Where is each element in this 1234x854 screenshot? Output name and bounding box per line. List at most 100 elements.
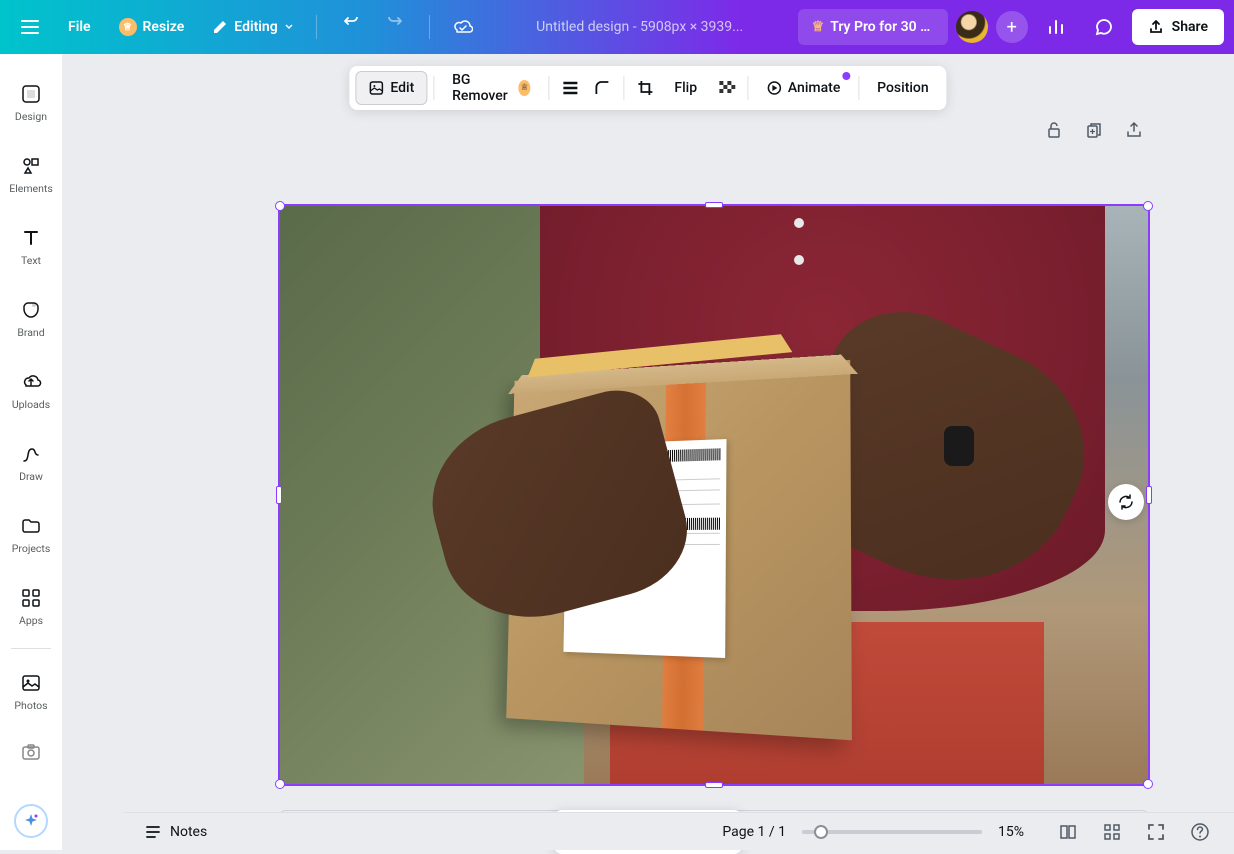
resize-handle-b[interactable]: [705, 782, 723, 788]
resize-handle-tr[interactable]: [1143, 201, 1153, 211]
animate-button[interactable]: Animate: [754, 72, 852, 104]
edit-button[interactable]: Edit: [355, 71, 427, 105]
design-title[interactable]: Untitled design - 5908px × 3939...: [536, 19, 743, 35]
design-icon: [19, 82, 43, 106]
file-menu[interactable]: File: [58, 13, 101, 41]
separator: [433, 76, 434, 100]
lock-button[interactable]: [1040, 116, 1068, 144]
sidebar-item-design[interactable]: Design: [0, 66, 62, 138]
left-sidebar: Design Elements Text Brand Uploads Draw …: [0, 54, 62, 850]
image-content: E USPS EXPRESS MAIL® USPS EXPRESS MAIL P…: [280, 206, 1148, 784]
resize-handle-bl[interactable]: [275, 779, 285, 789]
editing-dropdown[interactable]: Editing: [202, 13, 303, 41]
editing-label: Editing: [234, 19, 277, 35]
share-button[interactable]: Share: [1132, 9, 1224, 45]
sidebar-label: Design: [15, 110, 47, 123]
transparency-button[interactable]: [711, 71, 741, 105]
resize-handle-tl[interactable]: [275, 201, 285, 211]
export-page-button[interactable]: [1120, 116, 1148, 144]
corner-button[interactable]: [588, 71, 618, 105]
resize-button[interactable]: ♕ Resize: [109, 12, 195, 42]
resize-handle-l[interactable]: [276, 486, 282, 504]
title-area: Untitled design - 5908px × 3939...: [490, 19, 790, 35]
share-label: Share: [1172, 19, 1208, 35]
resize-handle-r[interactable]: [1146, 486, 1152, 504]
separator: [429, 15, 430, 39]
draw-icon: [19, 442, 43, 466]
crown-icon: ♕: [119, 18, 137, 36]
menu-button[interactable]: [10, 7, 50, 47]
pencil-icon: [212, 19, 228, 35]
sidebar-item-apps[interactable]: Apps: [0, 570, 62, 642]
user-avatar[interactable]: [956, 11, 988, 43]
image-icon: [368, 80, 384, 96]
corner-icon: [594, 79, 612, 97]
page-view-button[interactable]: [1054, 818, 1082, 846]
try-pro-label: Try Pro for 30 da...: [830, 19, 933, 35]
file-label: File: [68, 19, 91, 35]
add-member-button[interactable]: +: [996, 11, 1028, 43]
notification-dot: [842, 72, 850, 80]
crown-icon: ♕: [812, 19, 825, 35]
notes-button[interactable]: Notes: [144, 823, 207, 841]
sidebar-item-uploads[interactable]: Uploads: [0, 354, 62, 426]
animate-label: Animate: [788, 80, 840, 96]
fullscreen-button[interactable]: [1142, 818, 1170, 846]
border-style-button[interactable]: [556, 71, 586, 105]
sidebar-item-projects[interactable]: Projects: [0, 498, 62, 570]
apps-icon: [19, 586, 43, 610]
sidebar-label: Projects: [12, 542, 51, 555]
selected-image[interactable]: E USPS EXPRESS MAIL® USPS EXPRESS MAIL P…: [278, 204, 1150, 786]
grid-view-button[interactable]: [1098, 818, 1126, 846]
border-icon: [562, 79, 580, 97]
camera-icon: [19, 740, 43, 764]
sidebar-label: Apps: [19, 614, 43, 627]
elements-icon: [19, 154, 43, 178]
brand-icon: [19, 298, 43, 322]
crop-button[interactable]: [630, 71, 660, 105]
photos-icon: [19, 671, 43, 695]
try-pro-button[interactable]: ♕ Try Pro for 30 da...: [798, 9, 948, 45]
cloud-sync-button[interactable]: [442, 7, 482, 47]
flip-button[interactable]: Flip: [662, 72, 709, 104]
zoom-thumb[interactable]: [814, 825, 828, 839]
canvas-area: Edit BG Remover ♕ Flip: [62, 54, 1234, 850]
sidebar-label: Text: [21, 254, 41, 267]
context-toolbar: Edit BG Remover ♕ Flip: [349, 66, 946, 110]
bg-remover-label: BG Remover: [452, 72, 512, 104]
sidebar-item-text[interactable]: Text: [0, 210, 62, 282]
edit-label: Edit: [390, 80, 414, 96]
redo-button[interactable]: [377, 7, 417, 47]
help-button[interactable]: [1186, 818, 1214, 846]
position-label: Position: [877, 80, 929, 96]
projects-icon: [19, 514, 43, 538]
sidebar-item-elements[interactable]: Elements: [0, 138, 62, 210]
page-indicator[interactable]: Page 1 / 1: [722, 824, 786, 840]
sidebar-item-photos[interactable]: Photos: [0, 655, 62, 727]
refresh-button[interactable]: [1108, 484, 1144, 520]
magic-button[interactable]: [14, 804, 48, 838]
sidebar-label: Brand: [17, 326, 44, 339]
sidebar-item-brand[interactable]: Brand: [0, 282, 62, 354]
analytics-button[interactable]: [1036, 7, 1076, 47]
chevron-down-icon: [284, 22, 294, 32]
sidebar-item-more[interactable]: [0, 727, 62, 777]
zoom-slider[interactable]: [802, 830, 982, 834]
footer-bar: Notes Page 1 / 1 15%: [124, 812, 1234, 850]
zoom-percentage[interactable]: 15%: [998, 824, 1038, 840]
comment-button[interactable]: [1084, 7, 1124, 47]
resize-handle-br[interactable]: [1143, 779, 1153, 789]
resize-handle-t[interactable]: [705, 202, 723, 208]
undo-button[interactable]: [329, 7, 369, 47]
separator: [747, 76, 748, 100]
separator: [549, 76, 550, 100]
position-button[interactable]: Position: [865, 72, 941, 104]
sidebar-item-draw[interactable]: Draw: [0, 426, 62, 498]
bg-remover-button[interactable]: BG Remover ♕: [440, 64, 543, 112]
flip-label: Flip: [674, 80, 697, 96]
notes-icon: [144, 823, 162, 841]
duplicate-page-button[interactable]: [1080, 116, 1108, 144]
separator: [858, 76, 859, 100]
uploads-icon: [19, 370, 43, 394]
canvas-tools: [1040, 116, 1148, 144]
